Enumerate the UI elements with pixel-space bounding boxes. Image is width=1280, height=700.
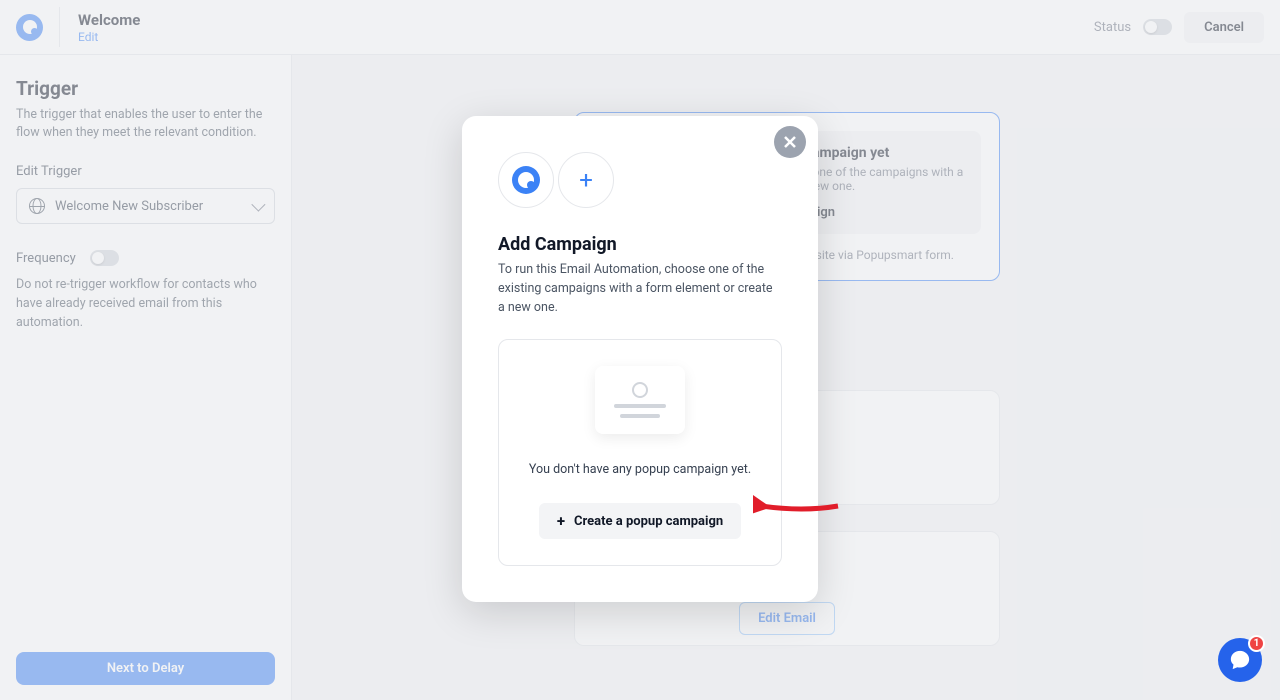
brand-icon (512, 166, 540, 194)
create-popup-label: Create a popup campaign (574, 514, 723, 529)
brand-icon-circle (498, 152, 554, 208)
chat-launcher[interactable]: 1 (1218, 638, 1262, 682)
close-button[interactable] (774, 126, 806, 158)
chat-icon (1229, 649, 1251, 671)
popup-empty-text: You don't have any popup campaign yet. (517, 462, 763, 477)
add-campaign-modal: + Add Campaign To run this Email Automat… (462, 116, 818, 602)
popup-preview-icon (595, 366, 685, 434)
popup-empty-box: You don't have any popup campaign yet. +… (498, 339, 782, 566)
modal-title: Add Campaign (498, 234, 782, 255)
create-popup-campaign-button[interactable]: + Create a popup campaign (539, 503, 741, 539)
modal-description: To run this Email Automation, choose one… (498, 261, 782, 317)
plus-icon-circle: + (558, 152, 614, 208)
close-icon (783, 135, 797, 149)
plus-icon: + (557, 512, 565, 530)
modal-backdrop[interactable]: + Add Campaign To run this Email Automat… (0, 0, 1280, 700)
chat-badge: 1 (1248, 635, 1265, 652)
plus-icon: + (579, 166, 593, 194)
